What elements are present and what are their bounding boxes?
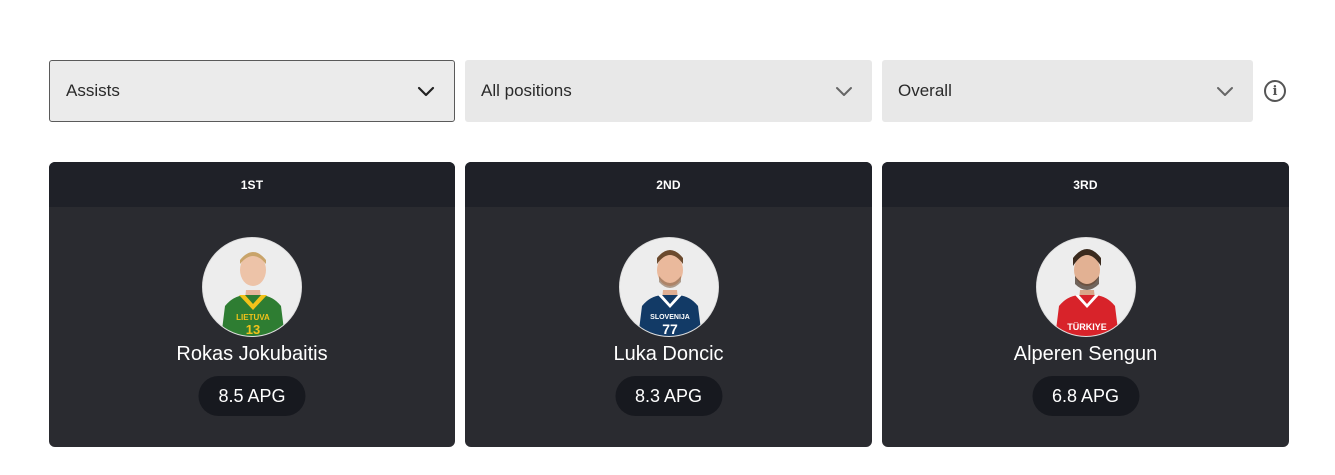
rank-header: 1ST [49,162,455,207]
jersey-text: LIETUVA [236,313,270,322]
info-icon[interactable]: i [1264,80,1286,102]
chevron-down-icon [1215,81,1235,101]
position-select-value: All positions [481,81,572,100]
jersey-text: SLOVENIJA [650,314,690,321]
scope-select[interactable]: Overall [882,60,1253,122]
chevron-down-icon [834,81,854,101]
jersey-number: 13 [246,322,260,337]
avatar: TÜRKIYE [1035,237,1136,337]
jersey-number: 77 [662,321,678,337]
leader-card-2[interactable]: 2ND SLOVENIJA 77 Luka Doncic 8.3 APG [465,162,872,447]
player-photo: TÜRKIYE [1036,238,1135,336]
stat-value: 8.3 APG [614,376,723,416]
leader-card-1[interactable]: 1ST LIETUVA 13 Rokas Jokubaitis 8.5 APG [49,162,455,447]
scope-select-value: Overall [898,81,952,100]
rank-header: 3RD [882,162,1289,207]
avatar: SLOVENIJA 77 [618,237,719,337]
stat-select[interactable]: Assists [49,60,455,122]
rank-label: 3RD [1073,177,1098,192]
leader-card-3[interactable]: 3RD TÜRKIYE Alperen Sengun 6.8 APG [882,162,1289,447]
stat-value: 8.5 APG [198,376,306,416]
stat-select-value: Assists [66,81,120,100]
player-name: Alperen Sengun [1013,343,1158,365]
avatar: LIETUVA 13 [202,237,302,337]
stat-value: 6.8 APG [1031,376,1140,416]
jersey-text: TÜRKIYE [1067,322,1107,332]
player-name: Rokas Jokubaitis [176,343,328,365]
rank-label: 2ND [656,177,681,192]
chevron-down-icon [416,81,436,101]
rank-label: 1ST [240,177,264,192]
position-select[interactable]: All positions [465,60,872,122]
player-photo: LIETUVA 13 [203,238,301,337]
player-photo: SLOVENIJA 77 [619,238,718,337]
leaders-cards: 1ST LIETUVA 13 Rokas Jokubaitis 8.5 APG [49,162,1289,447]
filter-bar: Assists All positions Overall i [49,60,1289,122]
player-name: Luka Doncic [613,343,724,365]
rank-header: 2ND [465,162,872,207]
